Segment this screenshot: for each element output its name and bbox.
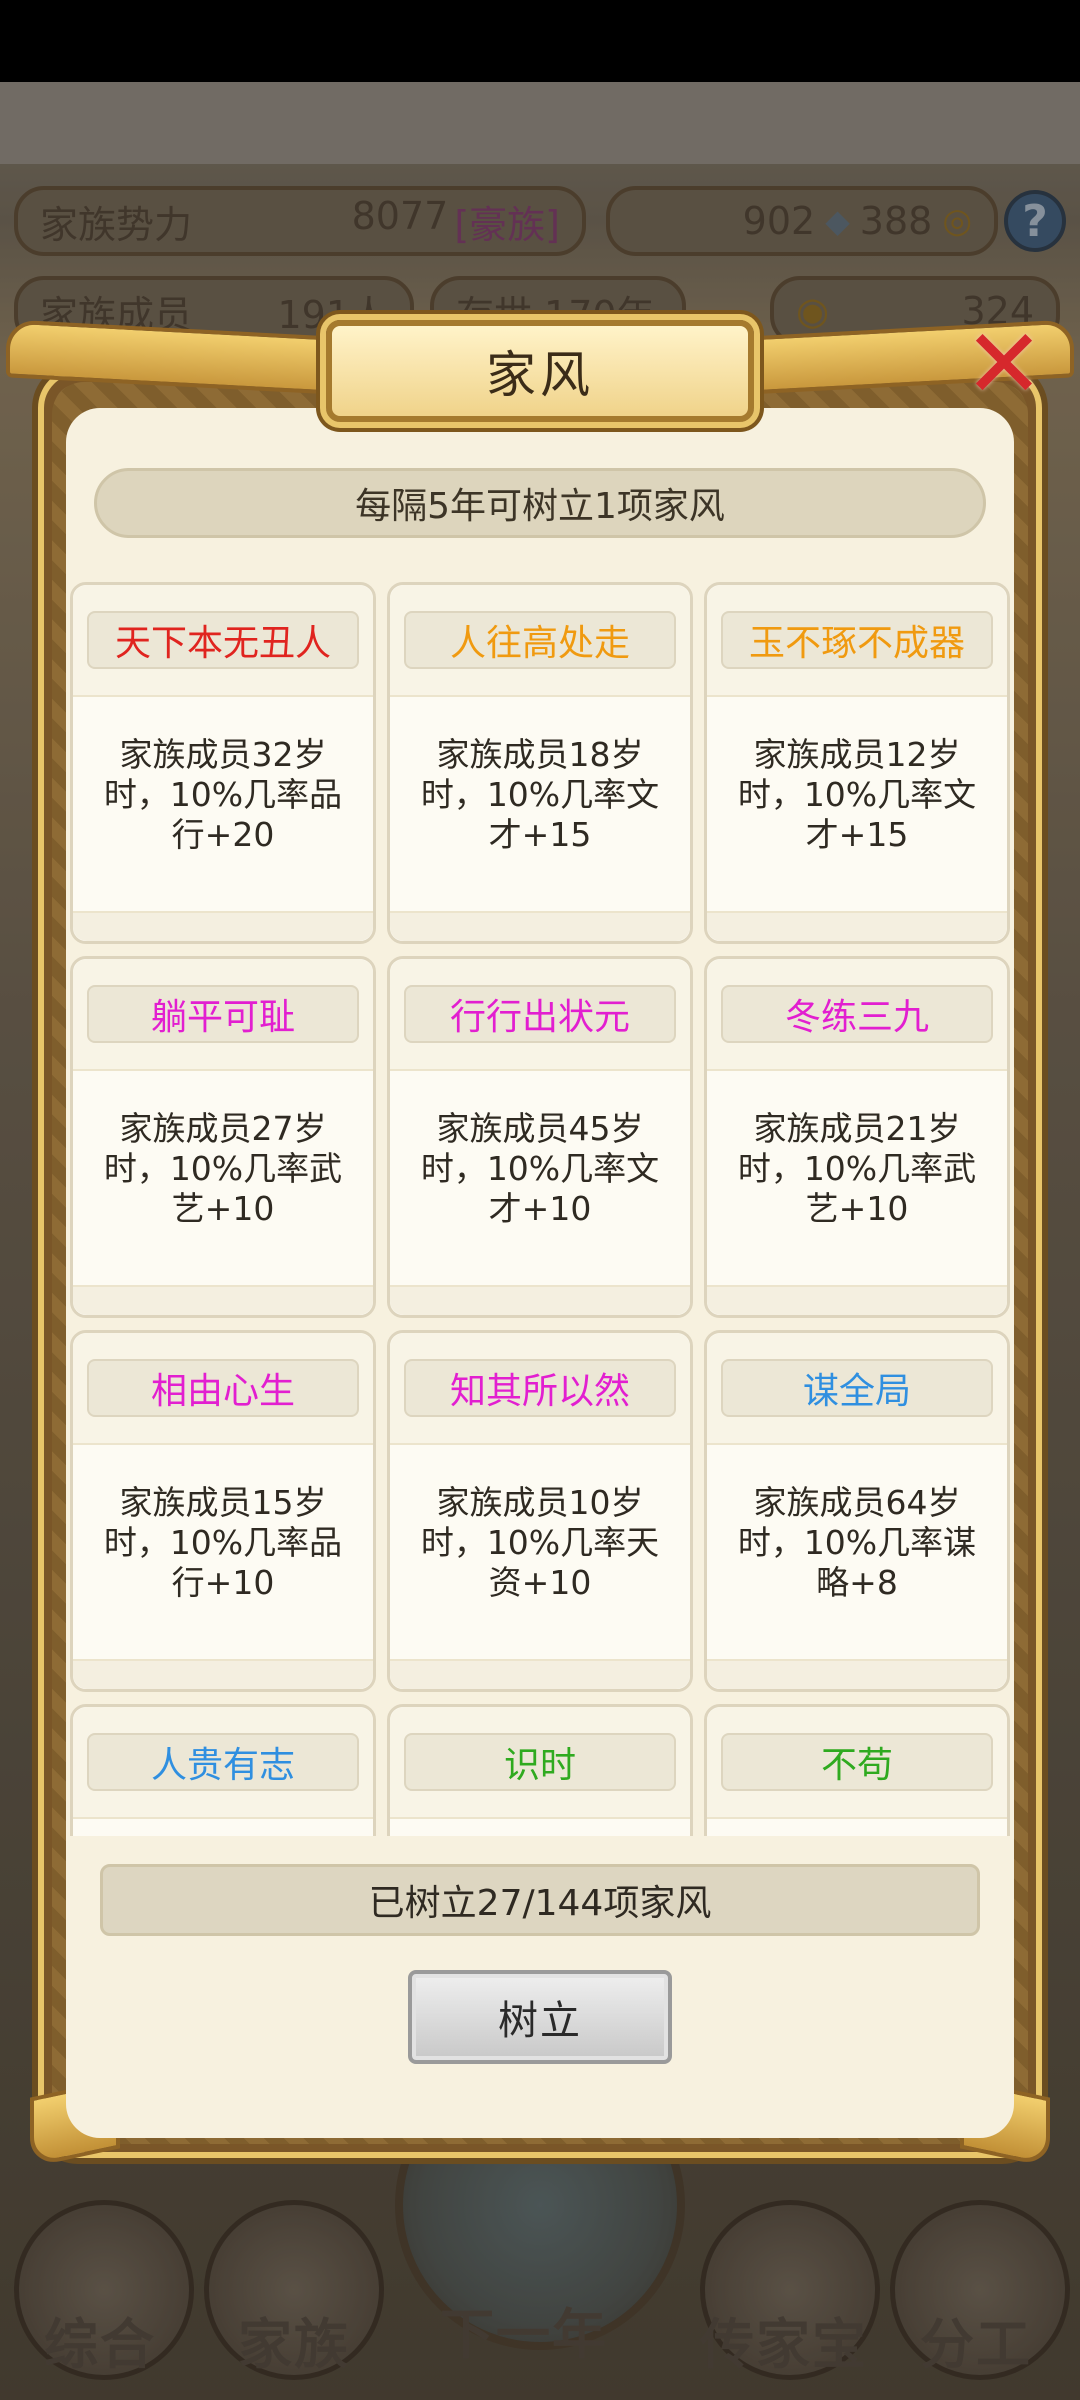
card-footer xyxy=(390,1285,690,1315)
card-name: 冬练三九 xyxy=(721,985,993,1043)
family-style-card[interactable]: 识时 xyxy=(387,1704,693,1836)
hint-text: 每隔5年可树立1项家风 xyxy=(355,486,725,527)
card-footer xyxy=(707,1659,1007,1689)
card-header: 知其所以然 xyxy=(390,1333,690,1445)
card-footer xyxy=(390,911,690,941)
family-style-card[interactable]: 知其所以然 家族成员10岁时，10%几率天资+10 xyxy=(387,1330,693,1692)
card-header: 行行出状元 xyxy=(390,959,690,1071)
card-name: 识时 xyxy=(404,1733,676,1791)
established-count-bar: 已树立27/144项家风 xyxy=(100,1864,980,1936)
card-header: 玉不琢不成器 xyxy=(707,585,1007,697)
established-count-text: 已树立27/144项家风 xyxy=(368,1883,712,1924)
card-name: 行行出状元 xyxy=(404,985,676,1043)
card-footer xyxy=(390,1659,690,1689)
status-bar xyxy=(0,0,1080,82)
card-footer xyxy=(73,1285,373,1315)
card-name: 玉不琢不成器 xyxy=(721,611,993,669)
card-header: 不苟 xyxy=(707,1707,1007,1819)
card-header: 躺平可耻 xyxy=(73,959,373,1071)
card-footer xyxy=(707,911,1007,941)
card-description: 家族成员32岁时，10%几率品行+20 xyxy=(103,735,343,854)
card-name: 躺平可耻 xyxy=(87,985,359,1043)
card-header: 相由心生 xyxy=(73,1333,373,1445)
card-description: 家族成员12岁时，10%几率文才+15 xyxy=(737,735,977,854)
card-description: 家族成员18岁时，10%几率文才+15 xyxy=(420,735,660,854)
card-description: 家族成员27岁时，10%几率武艺+10 xyxy=(103,1109,343,1228)
card-header: 人往高处走 xyxy=(390,585,690,697)
family-style-card[interactable]: 玉不琢不成器 家族成员12岁时，10%几率文才+15 xyxy=(704,582,1010,944)
card-description: 家族成员15岁时，10%几率品行+10 xyxy=(103,1483,343,1602)
family-style-card[interactable]: 相由心生 家族成员15岁时，10%几率品行+10 xyxy=(70,1330,376,1692)
family-style-dialog: 家风 ✕ 每隔5年可树立1项家风 天下本无丑人 家族成员32岁时，10%几率品行… xyxy=(6,316,1074,2168)
card-name: 人贵有志 xyxy=(87,1733,359,1791)
card-name: 谋全局 xyxy=(721,1359,993,1417)
card-name: 知其所以然 xyxy=(404,1359,676,1417)
card-footer xyxy=(73,911,373,941)
family-style-card[interactable]: 冬练三九 家族成员21岁时，10%几率武艺+10 xyxy=(704,956,1010,1318)
card-name: 不苟 xyxy=(721,1733,993,1791)
card-header: 识时 xyxy=(390,1707,690,1819)
establish-button[interactable]: 树立 xyxy=(408,1970,672,2064)
family-style-card[interactable]: 行行出状元 家族成员45岁时，10%几率文才+10 xyxy=(387,956,693,1318)
dialog-title: 家风 xyxy=(326,320,754,422)
close-icon: ✕ xyxy=(963,308,1045,420)
card-footer xyxy=(73,1659,373,1689)
card-description: 家族成员45岁时，10%几率文才+10 xyxy=(420,1109,660,1228)
establish-button-label: 树立 xyxy=(498,1998,582,2044)
family-style-card[interactable]: 天下本无丑人 家族成员32岁时，10%几率品行+20 xyxy=(70,582,376,944)
family-style-grid[interactable]: 天下本无丑人 家族成员32岁时，10%几率品行+20 人往高处走 家族成员18岁… xyxy=(70,582,1022,1836)
family-style-card[interactable]: 不苟 xyxy=(704,1704,1010,1836)
card-header: 人贵有志 xyxy=(73,1707,373,1819)
card-header: 冬练三九 xyxy=(707,959,1007,1071)
close-button[interactable]: ✕ xyxy=(956,316,1052,412)
family-style-card[interactable]: 人往高处走 家族成员18岁时，10%几率文才+15 xyxy=(387,582,693,944)
family-style-card[interactable]: 谋全局 家族成员64岁时，10%几率谋略+8 xyxy=(704,1330,1010,1692)
card-description: 家族成员21岁时，10%几率武艺+10 xyxy=(737,1109,977,1228)
family-style-card[interactable]: 躺平可耻 家族成员27岁时，10%几率武艺+10 xyxy=(70,956,376,1318)
card-description: 家族成员10岁时，10%几率天资+10 xyxy=(420,1483,660,1602)
card-name: 相由心生 xyxy=(87,1359,359,1417)
card-header: 谋全局 xyxy=(707,1333,1007,1445)
card-header: 天下本无丑人 xyxy=(73,585,373,697)
card-description: 家族成员64岁时，10%几率谋略+8 xyxy=(737,1483,977,1602)
family-style-card[interactable]: 人贵有志 xyxy=(70,1704,376,1836)
card-name: 天下本无丑人 xyxy=(87,611,359,669)
hint-bar: 每隔5年可树立1项家风 xyxy=(94,468,986,538)
card-name: 人往高处走 xyxy=(404,611,676,669)
card-footer xyxy=(707,1285,1007,1315)
